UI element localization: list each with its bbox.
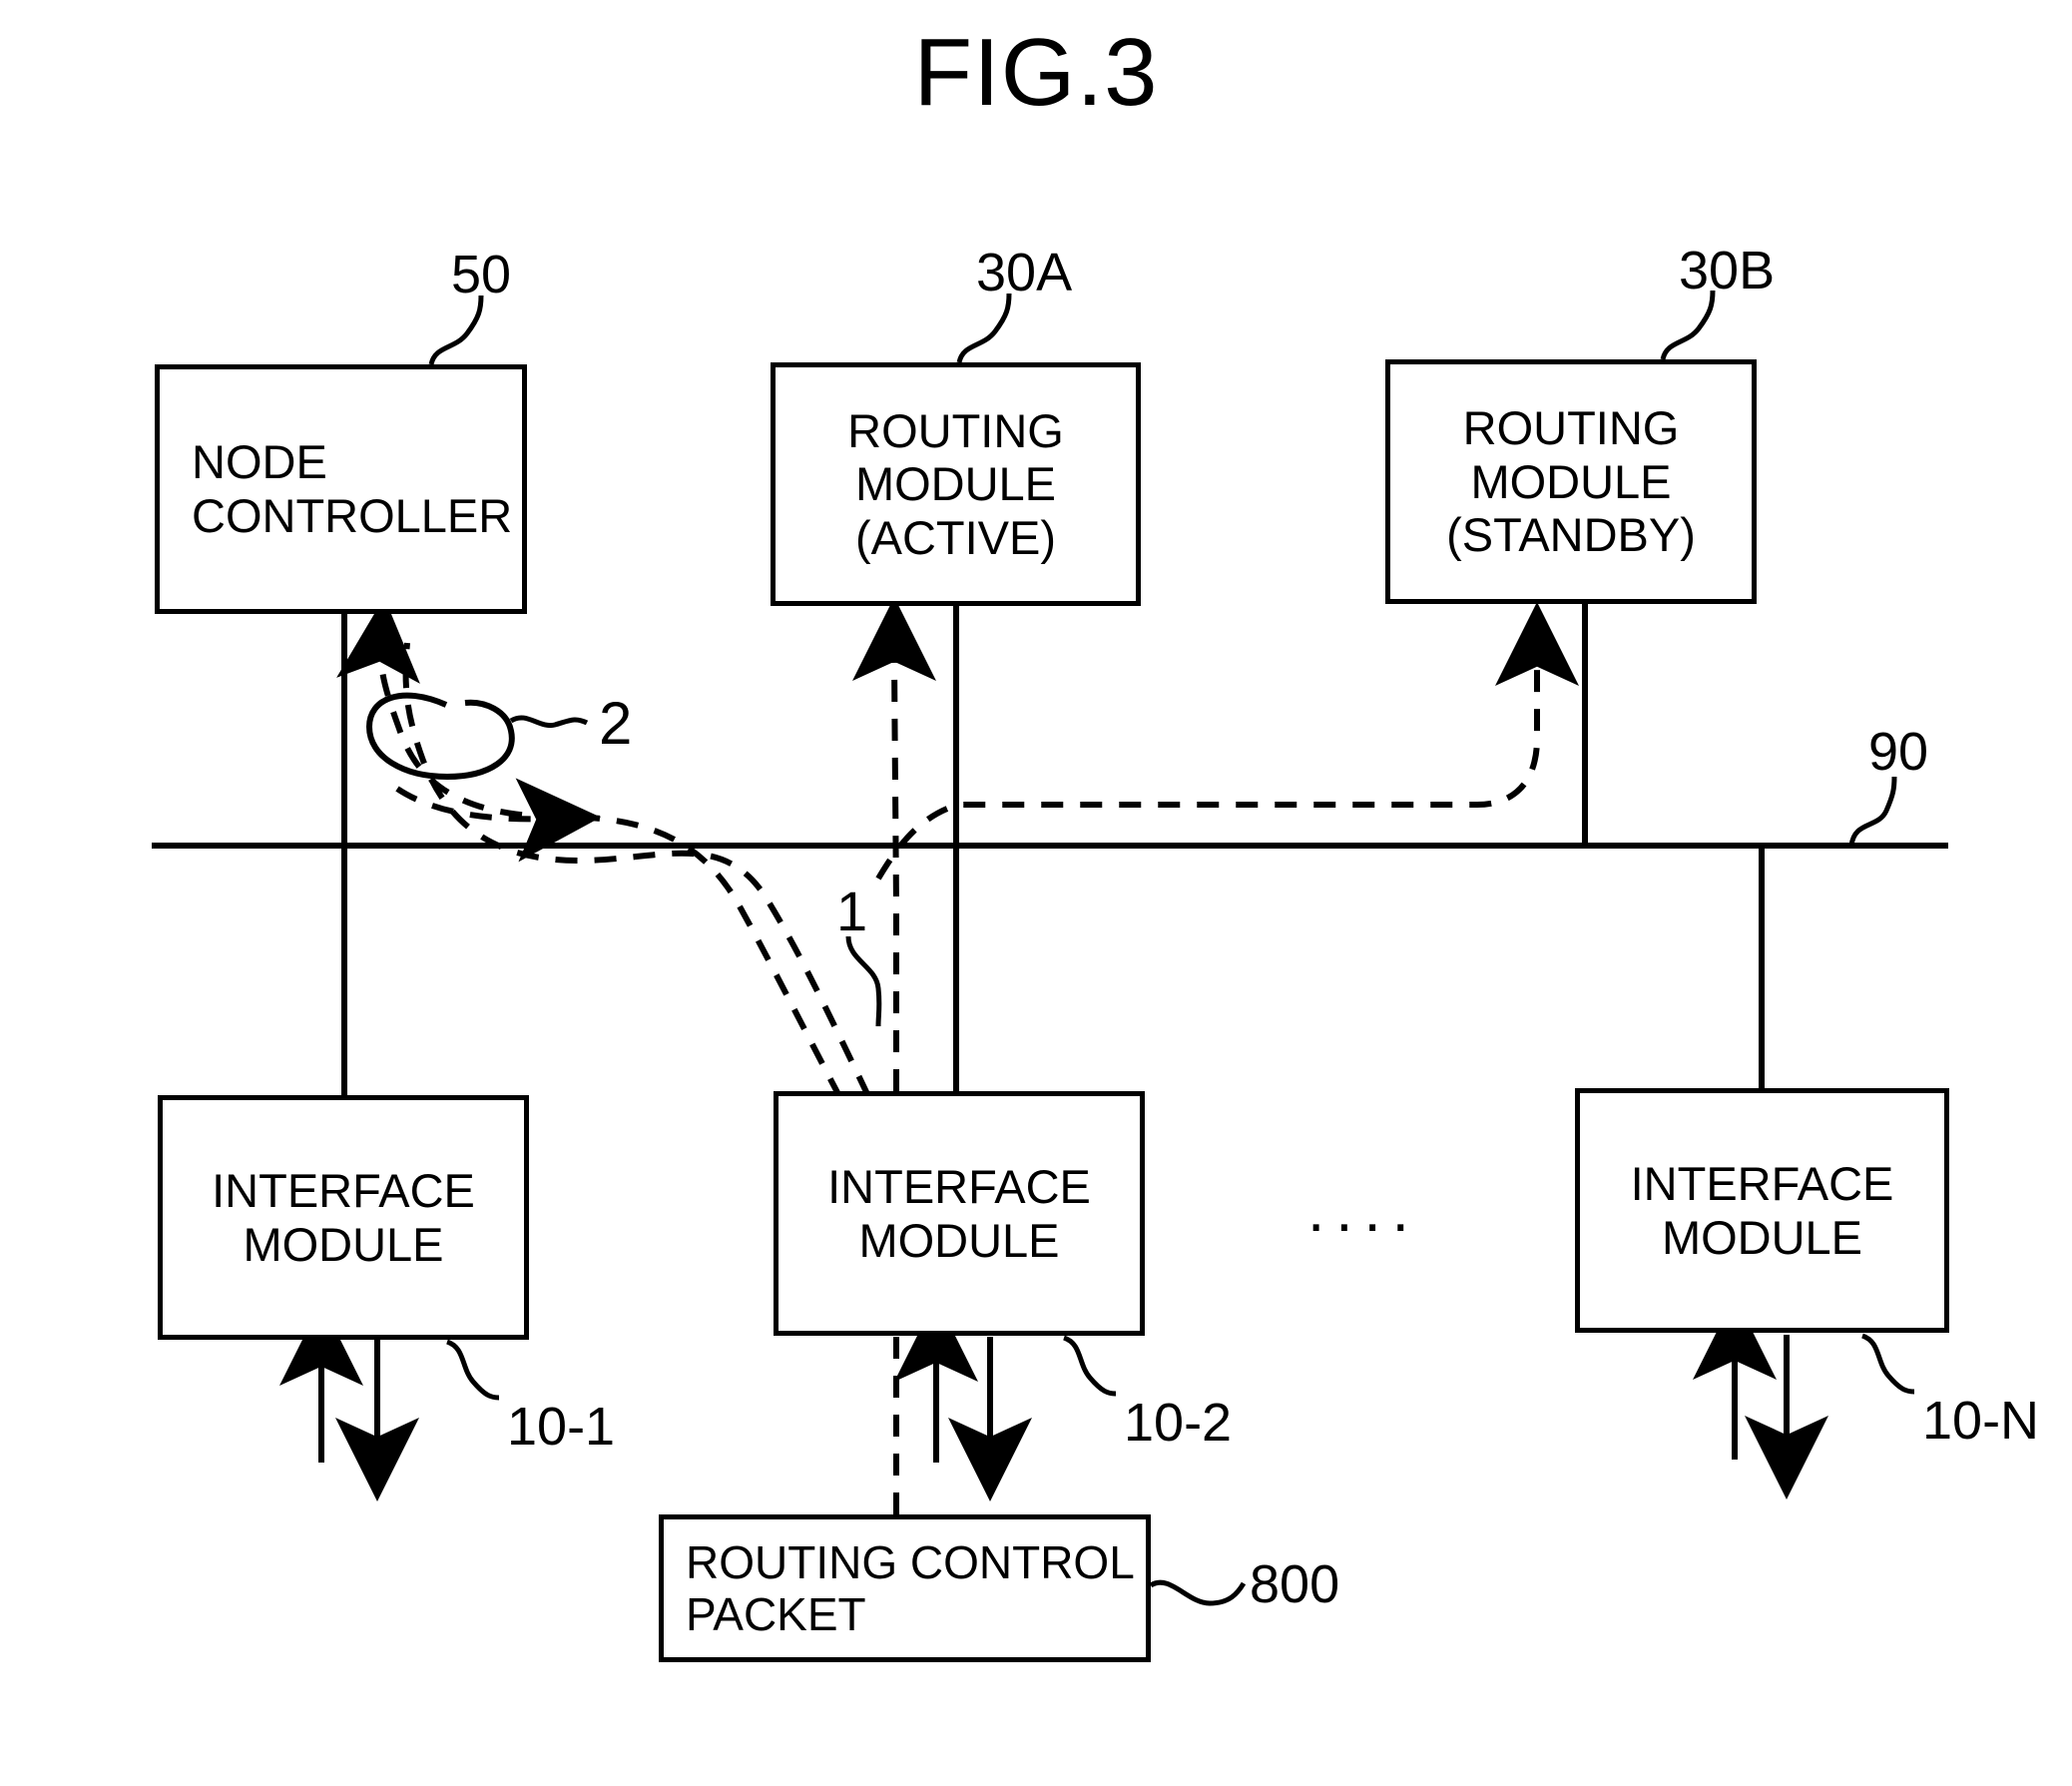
box-interface-module-n[interactable]: INTERFACE MODULE (1575, 1088, 1949, 1333)
ref-leader-50 (428, 295, 484, 365)
box-node-controller-label: NODE CONTROLLER (192, 435, 513, 542)
ref-label-30b: 30B (1679, 241, 1776, 300)
figure-root: FIG.3 NODE CONTROLLER ROUTING MODULE (AC… (0, 0, 2072, 1786)
box-routing-module-active-label: ROUTING MODULE (ACTIVE) (847, 403, 1064, 564)
flow-2-lasso (365, 692, 515, 781)
ref-label-10-n: 10-N (1922, 1391, 2040, 1451)
ref-leader-30a (956, 293, 1012, 363)
box-routing-module-standby[interactable]: ROUTING MODULE (STANDBY) (1385, 359, 1757, 604)
box-routing-control-packet-label: ROUTING CONTROL PACKET (686, 1535, 1135, 1640)
ref-label-30a: 30A (976, 243, 1073, 302)
flow-2-ref-leader (509, 715, 589, 729)
ref-leader-10-1 (445, 1339, 500, 1401)
flow-1-ref-leader (845, 935, 882, 1027)
ref-label-50: 50 (451, 245, 512, 304)
ref-label-flow-1: 1 (836, 880, 868, 942)
ref-leader-800 (1149, 1579, 1247, 1606)
box-routing-module-active[interactable]: ROUTING MODULE (ACTIVE) (771, 362, 1141, 606)
box-routing-module-standby-label: ROUTING MODULE (STANDBY) (1446, 401, 1696, 562)
box-interface-module-n-label: INTERFACE MODULE (1630, 1156, 1894, 1264)
box-interface-module-2[interactable]: INTERFACE MODULE (774, 1091, 1145, 1336)
ref-label-10-1: 10-1 (507, 1397, 616, 1457)
box-routing-control-packet[interactable]: ROUTING CONTROL PACKET (659, 1514, 1151, 1662)
box-node-controller[interactable]: NODE CONTROLLER (155, 364, 527, 614)
ref-leader-10-n (1860, 1333, 1915, 1395)
bus-ref-leader (1848, 776, 1897, 847)
box-interface-module-1-label: INTERFACE MODULE (212, 1163, 475, 1271)
ellipsis-between-modules: .... (1307, 1176, 1420, 1245)
box-interface-module-2-label: INTERFACE MODULE (827, 1159, 1091, 1267)
ref-label-10-2: 10-2 (1124, 1393, 1233, 1453)
ref-label-90: 90 (1868, 722, 1929, 782)
ref-leader-10-2 (1062, 1335, 1117, 1397)
ref-label-flow-2: 2 (599, 690, 633, 757)
flow-1-to-routing-active (852, 597, 937, 1091)
box-interface-module-1[interactable]: INTERFACE MODULE (158, 1095, 529, 1340)
flow-2-secondary-strand (402, 642, 871, 1098)
ref-label-800: 800 (1250, 1554, 1340, 1614)
